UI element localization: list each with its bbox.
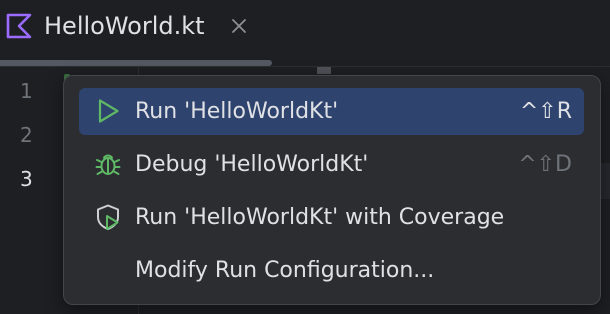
run-context-popup: Run 'HelloWorldKt' ^⇧R Debug 'HelloWorld… xyxy=(63,75,601,305)
scroll-position-marker xyxy=(317,67,331,74)
menu-item-label: Modify Run Configuration... xyxy=(135,258,435,283)
tab-title: HelloWorld.kt xyxy=(44,12,205,40)
menu-item-label: Run 'HelloWorldKt' xyxy=(135,99,339,124)
menu-item-label: Run 'HelloWorldKt' with Coverage xyxy=(135,205,505,230)
tab-helloworld-kt[interactable]: HelloWorld.kt xyxy=(0,0,272,60)
close-icon[interactable] xyxy=(229,16,249,36)
menu-item-run-with-coverage[interactable]: Run 'HelloWorldKt' with Coverage xyxy=(79,194,584,241)
run-icon xyxy=(98,99,119,123)
menu-item-run[interactable]: Run 'HelloWorldKt' ^⇧R xyxy=(79,88,584,135)
menu-item-shortcut: ^⇧D xyxy=(518,152,572,177)
line-number-current: 3 xyxy=(20,167,33,191)
debug-bug-icon xyxy=(95,154,121,175)
line-number-gutter: 1 2 3 xyxy=(0,67,64,314)
menu-item-modify-run-configuration[interactable]: Modify Run Configuration... xyxy=(79,247,584,294)
editor-tab-bar: HelloWorld.kt xyxy=(0,0,610,67)
line-number: 1 xyxy=(20,79,33,103)
kotlin-file-icon xyxy=(6,13,32,39)
menu-item-shortcut: ^⇧R xyxy=(519,99,572,124)
menu-item-debug[interactable]: Debug 'HelloWorldKt' ^⇧D xyxy=(79,141,584,188)
coverage-shield-icon xyxy=(97,204,119,230)
line-number: 2 xyxy=(20,123,33,147)
menu-item-label: Debug 'HelloWorldKt' xyxy=(135,152,369,177)
